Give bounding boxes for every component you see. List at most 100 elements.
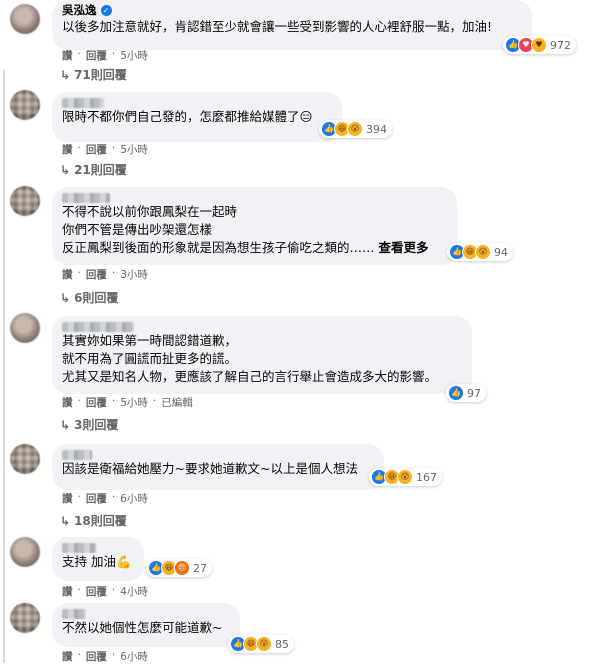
verified-badge-icon: ✓ [100, 5, 112, 16]
comment-author[interactable]: 吳泓逸 ✓ [62, 3, 522, 18]
reaction-count: 27 [193, 561, 207, 575]
reaction-count: 97 [467, 386, 481, 400]
comment-meta: 讚 · 回覆 · 6小時 [62, 491, 148, 506]
reply-action[interactable]: 回覆 [86, 491, 107, 506]
wow-icon: 😮 [347, 121, 363, 137]
avatar[interactable] [10, 444, 40, 474]
blurred-author-name[interactable] [62, 609, 86, 619]
comment-text: 限時不都你們自己發的，怎麼都推給媒體了😑 [62, 109, 313, 124]
timestamp[interactable]: 5小時 [120, 142, 148, 157]
reaction-summary[interactable]: 👍 😆 😠 27 [146, 559, 212, 577]
reply-arrow-icon: ↳ [60, 162, 71, 177]
like-action[interactable]: 讚 [62, 48, 73, 63]
replies-count-label[interactable]: 18則回覆 [74, 512, 127, 529]
like-action[interactable]: 讚 [62, 395, 73, 410]
comment-text: 不然以她個性怎麼可能道歉~ [62, 620, 223, 635]
reaction-count: 394 [366, 122, 387, 136]
comment-author[interactable] [62, 609, 230, 619]
thread-line [3, 70, 5, 663]
comment-meta: 讚 · 回覆 · 5小時 [62, 142, 148, 157]
like-action[interactable]: 讚 [62, 267, 73, 282]
timestamp[interactable]: 4小時 [120, 584, 148, 599]
like-action[interactable]: 讚 [62, 142, 73, 157]
reply-action[interactable]: 回覆 [86, 584, 107, 599]
comment-bubble: 支持 加油💪 👍 😆 😠 27 [52, 537, 212, 581]
see-more-link[interactable]: 查看更多 [379, 240, 429, 255]
replies-count-label[interactable]: 71則回覆 [74, 66, 127, 83]
reply-action[interactable]: 回覆 [86, 395, 107, 410]
reply-action[interactable]: 回覆 [86, 48, 107, 63]
comment-bubble: 其實妳如果第一時間認錯道歉， 就不用為了圓謊而扯更多的謊。 尤其又是知名人物，更… [52, 316, 486, 402]
avatar[interactable] [10, 313, 40, 343]
comment-text: 支持 加油💪 [62, 554, 132, 569]
avatar[interactable] [10, 4, 40, 34]
timestamp[interactable]: 6小時 [120, 491, 148, 506]
comment-meta: 讚 · 回覆 · 3小時 [62, 267, 148, 282]
wow-icon: 😮 [256, 636, 272, 652]
view-replies-link[interactable]: ↳ 18則回覆 [60, 512, 127, 529]
reaction-summary[interactable]: 👍 ♥ ♥ 972 [503, 36, 576, 54]
like-action[interactable]: 讚 [62, 649, 73, 664]
blurred-author-name[interactable] [62, 543, 96, 553]
reply-arrow-icon: ↳ [60, 290, 71, 305]
reply-action[interactable]: 回覆 [86, 649, 107, 664]
avatar[interactable] [10, 90, 40, 120]
replies-count-label[interactable]: 21則回覆 [74, 161, 127, 178]
reaction-summary[interactable]: 👍 😆 😮 94 [447, 243, 513, 261]
timestamp[interactable]: 3小時 [120, 267, 148, 282]
reaction-summary[interactable]: 👍 😆 😮 167 [369, 468, 442, 486]
like-action[interactable]: 讚 [62, 584, 73, 599]
angry-icon: 😠 [174, 560, 190, 576]
reaction-count: 167 [416, 470, 437, 484]
comment-text: 因該是衛福給她壓力~要求她道歉文~以上是個人想法 [62, 461, 358, 476]
avatar[interactable] [10, 537, 40, 567]
comment-author[interactable] [62, 193, 447, 203]
reply-arrow-icon: ↳ [60, 417, 71, 432]
comment-author[interactable] [62, 450, 374, 460]
comment-text: 其實妳如果第一時間認錯道歉， 就不用為了圓謊而扯更多的謊。 尤其又是知名人物，更… [62, 333, 438, 384]
reply-arrow-icon: ↳ [60, 513, 71, 528]
comment-author[interactable] [62, 322, 462, 332]
comment-bubble: 限時不都你們自己發的，怎麼都推給媒體了😑 👍 😆 😮 394 [52, 92, 392, 142]
reaction-count: 972 [550, 38, 571, 52]
reaction-summary[interactable]: 👍 😆 😮 394 [319, 120, 392, 138]
view-replies-link[interactable]: ↳ 6則回覆 [60, 289, 118, 306]
view-replies-link[interactable]: ↳ 21則回覆 [60, 161, 127, 178]
author-name[interactable]: 吳泓逸 [62, 3, 97, 18]
wow-icon: 😮 [397, 469, 413, 485]
comment-bubble: 因該是衛福給她壓力~要求她道歉文~以上是個人想法 👍 😆 😮 167 [52, 444, 442, 490]
replies-count-label[interactable]: 3則回覆 [74, 416, 118, 433]
avatar[interactable] [10, 603, 40, 633]
blurred-author-name[interactable] [62, 450, 92, 460]
comment-author[interactable] [62, 98, 332, 108]
comment-meta: 讚 · 回覆 · 4小時 [62, 584, 148, 599]
reply-action[interactable]: 回覆 [86, 142, 107, 157]
comment-meta: 讚 · 回覆 · 5小時 · 已編輯 [62, 395, 193, 410]
timestamp[interactable]: 6小時 [120, 649, 148, 664]
blurred-author-name[interactable] [62, 322, 134, 332]
timestamp[interactable]: 5小時 [120, 48, 148, 63]
wow-icon: 😮 [475, 244, 491, 260]
comment-text: 以後多加注意就好，肯認錯至少就會讓一些受到影響的人心裡舒服一點，加油! [62, 19, 493, 34]
timestamp[interactable]: 5小時 [120, 395, 148, 410]
edited-label[interactable]: 已編輯 [161, 395, 193, 410]
blurred-author-name[interactable] [62, 193, 110, 203]
reply-action[interactable]: 回覆 [86, 267, 107, 282]
view-replies-link[interactable]: ↳ 71則回覆 [60, 66, 127, 83]
reply-arrow-icon: ↳ [60, 67, 71, 82]
comment-meta: 讚 · 回覆 · 6小時 [62, 649, 148, 664]
comment-text: 不得不說以前你跟鳳梨在一起時 你們不管是傳出吵架還怎樣 反正鳳梨到後面的形象就是… [62, 204, 429, 255]
comment-bubble: 不得不說以前你跟鳳梨在一起時 你們不管是傳出吵架還怎樣 反正鳳梨到後面的形象就是… [52, 187, 513, 265]
replies-count-label[interactable]: 6則回覆 [74, 289, 118, 306]
comment-bubble: 吳泓逸 ✓ 以後多加注意就好，肯認錯至少就會讓一些受到影響的人心裡舒服一點，加油… [52, 0, 576, 54]
care-icon: ♥ [531, 37, 547, 53]
like-action[interactable]: 讚 [62, 491, 73, 506]
reaction-count: 94 [494, 245, 508, 259]
reaction-summary[interactable]: 👍 97 [446, 384, 486, 402]
avatar[interactable] [10, 186, 40, 216]
comment-author[interactable] [62, 543, 134, 553]
view-replies-link[interactable]: ↳ 3則回覆 [60, 416, 118, 433]
reaction-count: 85 [275, 637, 289, 651]
blurred-author-name[interactable] [62, 98, 104, 108]
reaction-summary[interactable]: 👍 😆 😮 85 [228, 635, 294, 653]
